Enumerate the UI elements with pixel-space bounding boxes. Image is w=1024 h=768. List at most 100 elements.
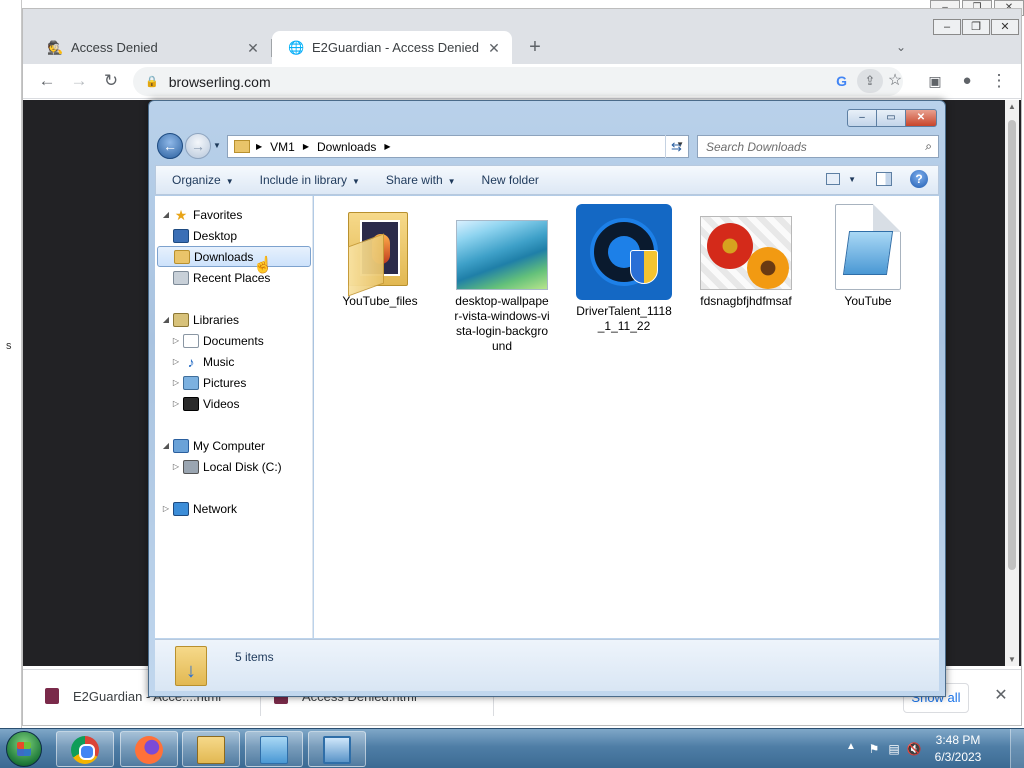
- explorer-forward-icon[interactable]: →: [185, 133, 211, 159]
- system-tray: ▲ ⚑ ▤ 🔇 3:48 PM 6/3/2023: [840, 729, 1024, 768]
- clock-time[interactable]: 3:48 PM: [928, 733, 988, 747]
- breadcrumb-downloads[interactable]: Downloads: [317, 140, 376, 154]
- tree-label: Music: [203, 354, 235, 369]
- expand-triangle-icon[interactable]: ▷: [171, 462, 181, 471]
- explorer-refresh-icon[interactable]: ⇆: [665, 135, 687, 158]
- chevron-down-icon: ▼: [447, 177, 456, 186]
- scroll-down-icon[interactable]: ▼: [1005, 655, 1019, 664]
- taskbar-explorer-button[interactable]: [182, 731, 240, 767]
- expand-triangle-icon[interactable]: ▷: [171, 357, 181, 366]
- show-hidden-icons-icon[interactable]: ▲: [846, 741, 856, 752]
- scrollbar-thumb[interactable]: [1008, 120, 1016, 570]
- tree-label: Documents: [203, 333, 264, 348]
- search-icon[interactable]: ⌕: [925, 139, 932, 154]
- background-window-edge: s: [0, 0, 22, 728]
- new-tab-button[interactable]: +: [523, 36, 547, 60]
- share-icon[interactable]: ⇪: [857, 69, 883, 93]
- explorer-minimize-button[interactable]: –: [847, 109, 877, 127]
- image-thumbnail-icon: [700, 216, 792, 290]
- file-item-youtube-text[interactable]: YouTube: [820, 204, 916, 309]
- tab-access-denied[interactable]: 🕵 Access Denied ✕: [31, 31, 272, 64]
- chrome-minimize-button[interactable]: –: [933, 19, 961, 35]
- explorer-close-button[interactable]: ✕: [905, 109, 937, 127]
- help-icon[interactable]: ?: [910, 170, 928, 188]
- tree-item-desktop[interactable]: Desktop: [171, 225, 329, 246]
- tree-item-pictures[interactable]: ▷ Pictures: [171, 372, 329, 393]
- new-folder-button[interactable]: New folder: [482, 173, 539, 187]
- tree-item-local-disk[interactable]: ▷ Local Disk (C:): [171, 456, 329, 477]
- side-panel-icon[interactable]: ▣: [923, 69, 947, 93]
- tab-close-icon[interactable]: ✕: [245, 40, 261, 56]
- hard-disk-icon: [183, 459, 199, 474]
- bookmark-star-icon[interactable]: ☆: [883, 69, 907, 93]
- share-with-menu[interactable]: Share with ▼: [386, 173, 456, 187]
- kebab-menu-icon[interactable]: ⋮: [987, 69, 1011, 93]
- tree-item-downloads[interactable]: Downloads: [157, 246, 311, 267]
- explorer-maximize-button[interactable]: ▭: [876, 109, 906, 127]
- tree-item-documents[interactable]: ▷ Documents: [171, 330, 329, 351]
- chrome-maximize-button[interactable]: ❐: [962, 19, 990, 35]
- breadcrumb-separator-icon[interactable]: ▶: [303, 142, 309, 151]
- action-center-flag-icon[interactable]: ⚑: [866, 741, 882, 757]
- scroll-up-icon[interactable]: ▲: [1005, 102, 1019, 111]
- file-item-youtube-files[interactable]: YouTube_files: [332, 204, 428, 309]
- recent-locations-dropdown-icon[interactable]: ▼: [213, 141, 221, 150]
- tree-item-recent-places[interactable]: Recent Places: [171, 267, 329, 288]
- file-item-vista-wallpaper[interactable]: desktop-wallpaper-vista-windows-vista-lo…: [454, 204, 550, 354]
- volume-muted-icon[interactable]: 🔇: [906, 741, 922, 757]
- tree-item-my-computer[interactable]: ◢ My Computer: [161, 435, 319, 456]
- expand-triangle-icon[interactable]: ▷: [161, 504, 171, 513]
- lock-icon[interactable]: 🔒: [145, 75, 159, 88]
- tree-item-music[interactable]: ▷ ♪ Music: [171, 351, 329, 372]
- address-bar[interactable]: 🔒 browserling.com G ⇪: [133, 67, 903, 96]
- show-desktop-button[interactable]: [1010, 729, 1024, 768]
- file-item-flower-image[interactable]: fdsnagbfjhdfmsaf: [698, 204, 794, 309]
- breadcrumb-separator-icon[interactable]: ▶: [256, 142, 262, 151]
- page-scrollbar[interactable]: ▲ ▼: [1005, 100, 1019, 666]
- clock-date[interactable]: 6/3/2023: [928, 750, 988, 764]
- network-tray-icon[interactable]: ▤: [886, 741, 902, 757]
- explorer-address-bar[interactable]: ▶ VM1 ▶ Downloads ▶ ▼: [227, 135, 689, 158]
- file-list-pane[interactable]: YouTube_files desktop-wallpaper-vista-wi…: [314, 196, 939, 638]
- breadcrumb-vm1[interactable]: VM1: [270, 140, 295, 154]
- view-options-chevron-icon[interactable]: ▼: [848, 175, 856, 184]
- file-item-drivertalent[interactable]: DriverTalent_1118_1_11_22: [576, 204, 672, 334]
- taskbar-firefox-button[interactable]: [120, 731, 178, 767]
- file-name: DriverTalent_1118_1_11_22: [576, 304, 672, 333]
- start-button[interactable]: [6, 731, 42, 767]
- expand-triangle-icon[interactable]: ▷: [171, 378, 181, 387]
- google-lens-icon[interactable]: G: [836, 73, 847, 89]
- tree-item-videos[interactable]: ▷ Videos: [171, 393, 329, 414]
- taskbar-photo-viewer-button[interactable]: [308, 731, 366, 767]
- collapse-triangle-icon[interactable]: ◢: [161, 315, 171, 324]
- reload-icon[interactable]: ↻: [99, 69, 123, 93]
- tab-e2guardian[interactable]: 🌐 E2Guardian - Access Denied ✕: [272, 31, 512, 64]
- forward-arrow-icon[interactable]: →: [67, 69, 91, 93]
- collapse-triangle-icon[interactable]: ◢: [161, 441, 171, 450]
- explorer-search-input[interactable]: Search Downloads ⌕: [697, 135, 939, 158]
- tree-label: Downloads: [194, 249, 254, 264]
- include-in-library-menu[interactable]: Include in library ▼: [260, 173, 360, 187]
- breadcrumb-separator-icon[interactable]: ▶: [384, 142, 390, 151]
- tab-search-chevron-icon[interactable]: ⌄: [891, 37, 911, 57]
- collapse-triangle-icon[interactable]: ◢: [161, 210, 171, 219]
- tab-close-icon[interactable]: ✕: [486, 40, 502, 56]
- taskbar-chrome-button[interactable]: [56, 731, 114, 767]
- chrome-close-button[interactable]: ✕: [991, 19, 1019, 35]
- preview-pane-icon[interactable]: [876, 172, 892, 186]
- network-icon: [173, 501, 189, 516]
- change-view-icon[interactable]: [826, 173, 841, 185]
- expand-triangle-icon[interactable]: ▷: [171, 336, 181, 345]
- tree-item-libraries[interactable]: ◢ Libraries: [161, 309, 319, 330]
- profile-avatar-icon[interactable]: ●: [955, 69, 979, 93]
- tree-item-favorites[interactable]: ◢ ★ Favorites: [161, 204, 319, 225]
- back-arrow-icon[interactable]: ←: [35, 69, 59, 93]
- organize-menu[interactable]: Organize ▼: [172, 173, 234, 187]
- file-name: YouTube: [844, 294, 892, 308]
- explorer-back-icon[interactable]: ←: [157, 133, 183, 159]
- taskbar-notepad-button[interactable]: [245, 731, 303, 767]
- close-download-shelf-icon[interactable]: ✕: [991, 686, 1011, 706]
- file-name: YouTube_files: [342, 294, 418, 308]
- expand-triangle-icon[interactable]: ▷: [171, 399, 181, 408]
- tree-item-network[interactable]: ▷ Network: [161, 498, 319, 519]
